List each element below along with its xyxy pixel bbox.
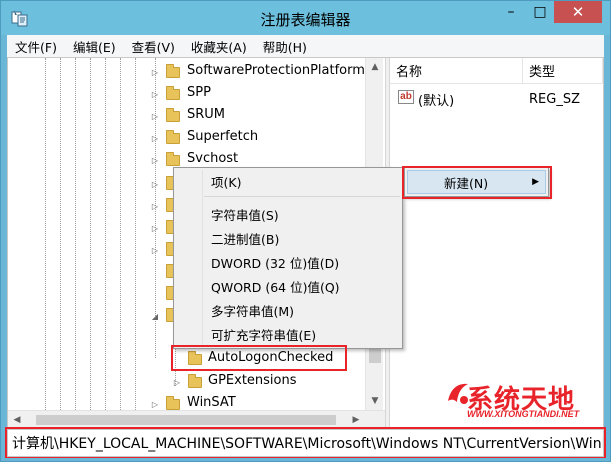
scroll-down-arrow-icon[interactable]: ▼ bbox=[366, 392, 384, 410]
menu-item-new[interactable]: 新建(N) ▶ bbox=[407, 170, 546, 194]
tree-horizontal-scrollbar[interactable]: ◀ ▶ bbox=[8, 410, 385, 428]
tree-node-label: WinSAT bbox=[187, 395, 236, 410]
tree-node-label: SRUM bbox=[187, 107, 226, 122]
scroll-left-arrow-icon[interactable]: ◀ bbox=[8, 411, 26, 429]
scroll-right-arrow-icon[interactable]: ▶ bbox=[347, 411, 365, 429]
menu-favorites[interactable]: 收藏夹(A) bbox=[189, 37, 249, 56]
menu-item-string-value[interactable]: 字符串值(S) bbox=[174, 203, 402, 225]
column-header-type[interactable]: 类型 bbox=[523, 58, 603, 84]
menu-item-expandable-string-value[interactable]: 可扩充字符串值(E) bbox=[174, 323, 402, 345]
menu-item-multi-string-value[interactable]: 多字符串值(M) bbox=[174, 299, 402, 321]
folder-icon bbox=[188, 351, 202, 365]
folder-icon bbox=[188, 374, 202, 388]
value-type: REG_SZ bbox=[529, 91, 580, 107]
menu-file[interactable]: 文件(F) bbox=[13, 37, 59, 56]
expand-arrow-icon[interactable]: ▷ bbox=[150, 89, 160, 99]
tree-node-spp[interactable]: ▷ SPP bbox=[8, 83, 365, 105]
watermark-subtitle: WWW.XITONGTIANDI.NET bbox=[467, 409, 580, 419]
menu-item-dword-value[interactable]: DWORD (32 位)值(D) bbox=[174, 251, 402, 273]
menu-view[interactable]: 查看(V) bbox=[130, 37, 177, 56]
folder-icon bbox=[166, 130, 180, 144]
submenu-arrow-icon: ▶ bbox=[532, 177, 539, 187]
values-list[interactable]: 名称 类型 ab (默认) REG_SZ bbox=[390, 58, 603, 428]
scroll-thumb[interactable] bbox=[36, 415, 336, 425]
menu-item-qword-value[interactable]: QWORD (64 位)值(Q) bbox=[174, 275, 402, 297]
registry-editor-window: 注册表编辑器 – □ ✕ 文件(F) 编辑(E) 查看(V) 收藏夹(A) 帮助… bbox=[0, 0, 611, 462]
expand-arrow-icon[interactable]: ▷ bbox=[150, 245, 160, 255]
expand-arrow-icon[interactable]: ▷ bbox=[150, 201, 160, 211]
context-menu: 新建(N) ▶ bbox=[404, 167, 549, 197]
expand-arrow-icon[interactable]: ▷ bbox=[150, 399, 160, 409]
menu-item-key[interactable]: 项(K) bbox=[174, 170, 402, 192]
menu-item-new-label: 新建(N) bbox=[444, 175, 489, 191]
title-bar[interactable]: 注册表编辑器 – □ ✕ bbox=[1, 1, 610, 35]
maximize-button[interactable]: □ bbox=[526, 1, 554, 23]
value-name[interactable]: (默认) bbox=[418, 88, 454, 110]
tree-node-label: GPExtensions bbox=[208, 373, 297, 388]
tree-node-winsat[interactable]: ▷ WinSAT bbox=[8, 393, 365, 410]
expand-arrow-icon[interactable]: ▷ bbox=[150, 179, 160, 189]
menu-item-binary-value[interactable]: 二进制值(B) bbox=[174, 227, 402, 249]
collapse-arrow-icon[interactable]: ◢ bbox=[150, 311, 160, 321]
menu-bar: 文件(F) 编辑(E) 查看(V) 收藏夹(A) 帮助(H) bbox=[7, 35, 604, 57]
expand-arrow-icon[interactable]: ▷ bbox=[150, 111, 160, 121]
expand-arrow-icon[interactable]: ▷ bbox=[172, 377, 182, 387]
tree-node-autologonchecked[interactable]: AutoLogonChecked bbox=[8, 348, 365, 370]
expand-arrow-icon[interactable]: ▷ bbox=[150, 155, 160, 165]
status-bar-path: 计算机\HKEY_LOCAL_MACHINE\SOFTWARE\Microsof… bbox=[7, 429, 604, 457]
tree-node-superfetch[interactable]: ▷ Superfetch bbox=[8, 127, 365, 149]
tree-node-label: SoftwareProtectionPlatform bbox=[187, 63, 365, 78]
folder-icon bbox=[166, 152, 180, 166]
tree-node-label: Superfetch bbox=[187, 129, 259, 144]
folder-icon bbox=[166, 64, 180, 78]
scroll-up-arrow-icon[interactable]: ▲ bbox=[366, 58, 384, 76]
ab-string-icon: ab bbox=[398, 90, 414, 104]
expand-arrow-icon[interactable]: ▷ bbox=[150, 133, 160, 143]
tree-node-label: SPP bbox=[187, 85, 211, 100]
new-submenu: 项(K) 字符串值(S) 二进制值(B) DWORD (32 位)值(D) QW… bbox=[173, 167, 403, 349]
folder-icon bbox=[166, 396, 180, 410]
tree-node-label: AutoLogonChecked bbox=[208, 350, 334, 365]
menu-edit[interactable]: 编辑(E) bbox=[71, 37, 118, 56]
menu-help[interactable]: 帮助(H) bbox=[261, 37, 309, 56]
tree-node-label: Svchost bbox=[187, 151, 239, 166]
expand-arrow-icon[interactable]: ▷ bbox=[150, 223, 160, 233]
folder-icon bbox=[166, 108, 180, 122]
expand-arrow-icon[interactable]: ▷ bbox=[150, 67, 160, 77]
tree-node-softwareprotectionplatform[interactable]: ▷ SoftwareProtectionPlatform bbox=[8, 61, 365, 83]
menu-separator bbox=[204, 196, 400, 197]
folder-icon bbox=[166, 86, 180, 100]
watermark-logo: 系统天地 WWW.XITONGTIANDI.NET bbox=[445, 379, 611, 423]
close-button[interactable]: ✕ bbox=[554, 1, 602, 23]
tree-node-srum[interactable]: ▷ SRUM bbox=[8, 105, 365, 127]
minimize-button[interactable]: – bbox=[497, 1, 525, 23]
tree-node-gpextensions[interactable]: ▷ GPExtensions bbox=[8, 371, 365, 393]
column-header-name[interactable]: 名称 bbox=[390, 58, 523, 84]
